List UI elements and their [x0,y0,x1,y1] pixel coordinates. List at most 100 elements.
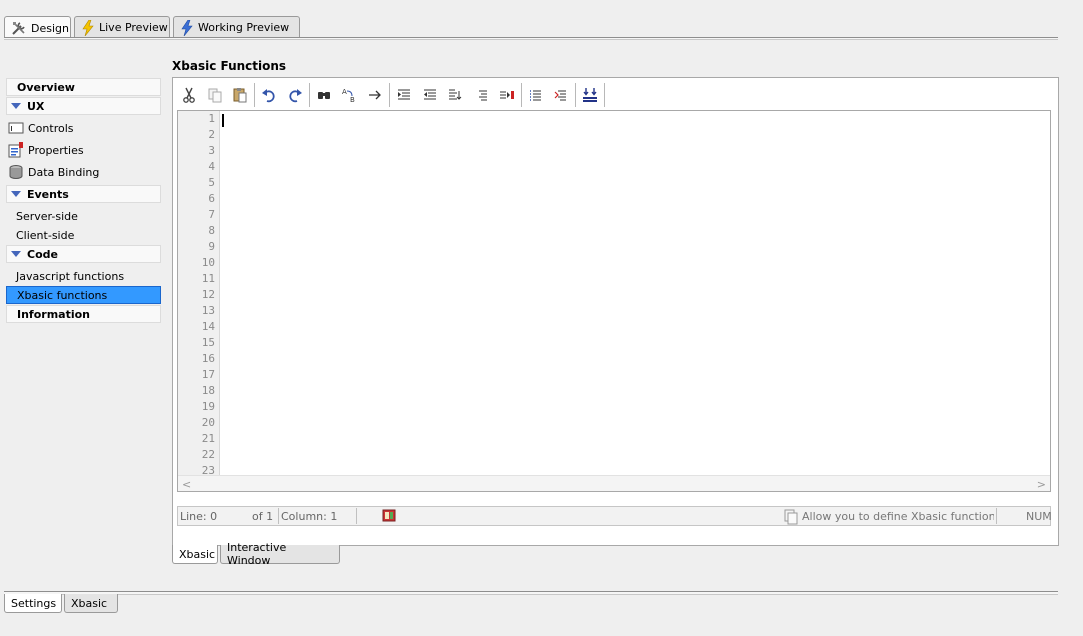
toolbar-separator [308,83,310,107]
line-number: 17 [201,368,215,381]
nav-information[interactable]: Information [6,305,161,323]
copy-button[interactable] [202,83,228,107]
paste-button[interactable] [228,83,254,107]
tab-settings[interactable]: Settings [4,594,62,613]
code-editor[interactable]: 123456789101112131415161718192021222324 … [177,110,1051,492]
line-number: 5 [208,176,215,189]
nav-information-label: Information [17,307,90,321]
nav-item-data-binding[interactable]: Data Binding [6,163,161,181]
block-indent-button[interactable] [494,83,520,107]
tab-live-preview-label: Live Preview [99,21,168,34]
nav-item-client-side[interactable]: Client-side [6,226,161,244]
indent-button[interactable] [391,83,417,107]
block-indent-icon [499,91,514,99]
tab-working-preview-label: Working Preview [198,21,290,34]
nav-item-properties[interactable]: Properties [6,141,161,159]
toolbar-separator [520,83,522,107]
line-number: 10 [201,256,215,269]
indent-icon [397,89,410,100]
line-number: 11 [201,272,215,285]
cut-icon [183,87,195,103]
find-icon [317,92,330,99]
database-icon [9,165,23,179]
horizontal-scrollbar[interactable]: < > [178,475,1050,491]
status-hint: Allow you to define Xbasic functions tha [802,509,994,523]
nav-group-code[interactable]: Code [6,245,161,263]
nav-item-xbasic-functions[interactable]: Xbasic functions [6,286,161,304]
nav-overview[interactable]: Overview [6,78,161,96]
collapse-icon [583,88,598,102]
format-button[interactable] [442,83,468,107]
book-icon[interactable] [381,508,397,527]
nav-item-javascript-functions[interactable]: Javascript functions [6,267,161,285]
status-of: of 1 [252,509,274,523]
nav-code-label: Code [27,247,58,261]
line-number: 6 [208,192,215,205]
line-number: 12 [201,288,215,301]
tab-label: Xbasic [71,596,108,610]
nav-group-events[interactable]: Events [6,185,161,203]
top-divider [4,37,1058,40]
nav-item-label: Properties [28,143,84,157]
nav-events-label: Events [27,187,69,201]
replace-button[interactable]: A B [336,83,362,107]
line-number: 4 [208,160,215,173]
line-number-gutter: 123456789101112131415161718192021222324 [178,111,220,491]
goto-arrow-icon [369,90,382,100]
comment-button[interactable] [523,83,549,107]
tab-xbasic-footer[interactable]: Xbasic [64,594,118,613]
tab-design-label: Design [31,21,69,35]
editor-panel: A B 1 2 3 4 5 6 7 8 9 10 11 12 13 14 15 … [172,77,1059,546]
align-button[interactable] [468,83,494,107]
nav-item-label: Controls [28,121,74,135]
status-divider [996,508,997,524]
line-number: 7 [208,208,215,221]
line-number: 22 [201,448,215,461]
toolbar-separator [388,83,390,107]
tab-xbasic-editor[interactable]: Xbasic [172,545,218,564]
goto-button[interactable] [362,83,388,107]
line-number: 18 [201,384,215,397]
expand-triangle-icon [11,251,21,257]
nav-item-label: Javascript functions [16,269,125,283]
toolbar-separator [575,83,577,107]
align-icon [479,90,488,101]
redo-button[interactable] [282,83,308,107]
status-divider [356,508,357,524]
tab-live-preview[interactable]: Live Preview [74,16,170,38]
copy-icon [208,88,222,103]
toolbar-separator [603,83,605,107]
editor-toolbar: A B [176,81,606,109]
undo-button[interactable] [256,83,282,107]
tab-label: Xbasic [179,547,216,561]
nav-group-ux[interactable]: UX [6,97,161,115]
replace-icon: A B [342,88,355,103]
nav-item-controls[interactable]: Controls [6,119,161,137]
tools-icon [12,22,25,35]
nav-overview-label: Overview [17,80,75,94]
status-column: Column: 1 [281,509,338,523]
nav-item-server-side[interactable]: Server-side [6,207,161,225]
line-number: 8 [208,224,215,237]
tab-interactive-window[interactable]: Interactive Window [220,541,340,567]
status-divider [278,508,279,524]
find-button[interactable] [311,83,337,107]
outdent-button[interactable] [417,83,443,107]
status-line: Line: 0 [180,509,218,523]
tab-working-preview[interactable]: Working Preview [173,16,300,38]
line-number: 3 [208,144,215,157]
tab-design[interactable]: Design [4,16,71,39]
line-number: 21 [201,432,215,445]
scroll-right-icon[interactable]: > [1037,478,1046,491]
nav-item-label: Server-side [16,209,78,223]
collapse-button[interactable] [577,83,603,107]
scroll-left-icon[interactable]: < [182,478,191,491]
paste-icon [233,88,247,103]
lightning-icon [82,19,94,36]
line-number: 1 [208,112,215,125]
cut-button[interactable] [176,83,202,107]
comment-icon [529,90,541,101]
uncomment-button[interactable] [548,83,574,107]
undo-icon [262,89,275,103]
uncomment-icon [554,90,567,101]
